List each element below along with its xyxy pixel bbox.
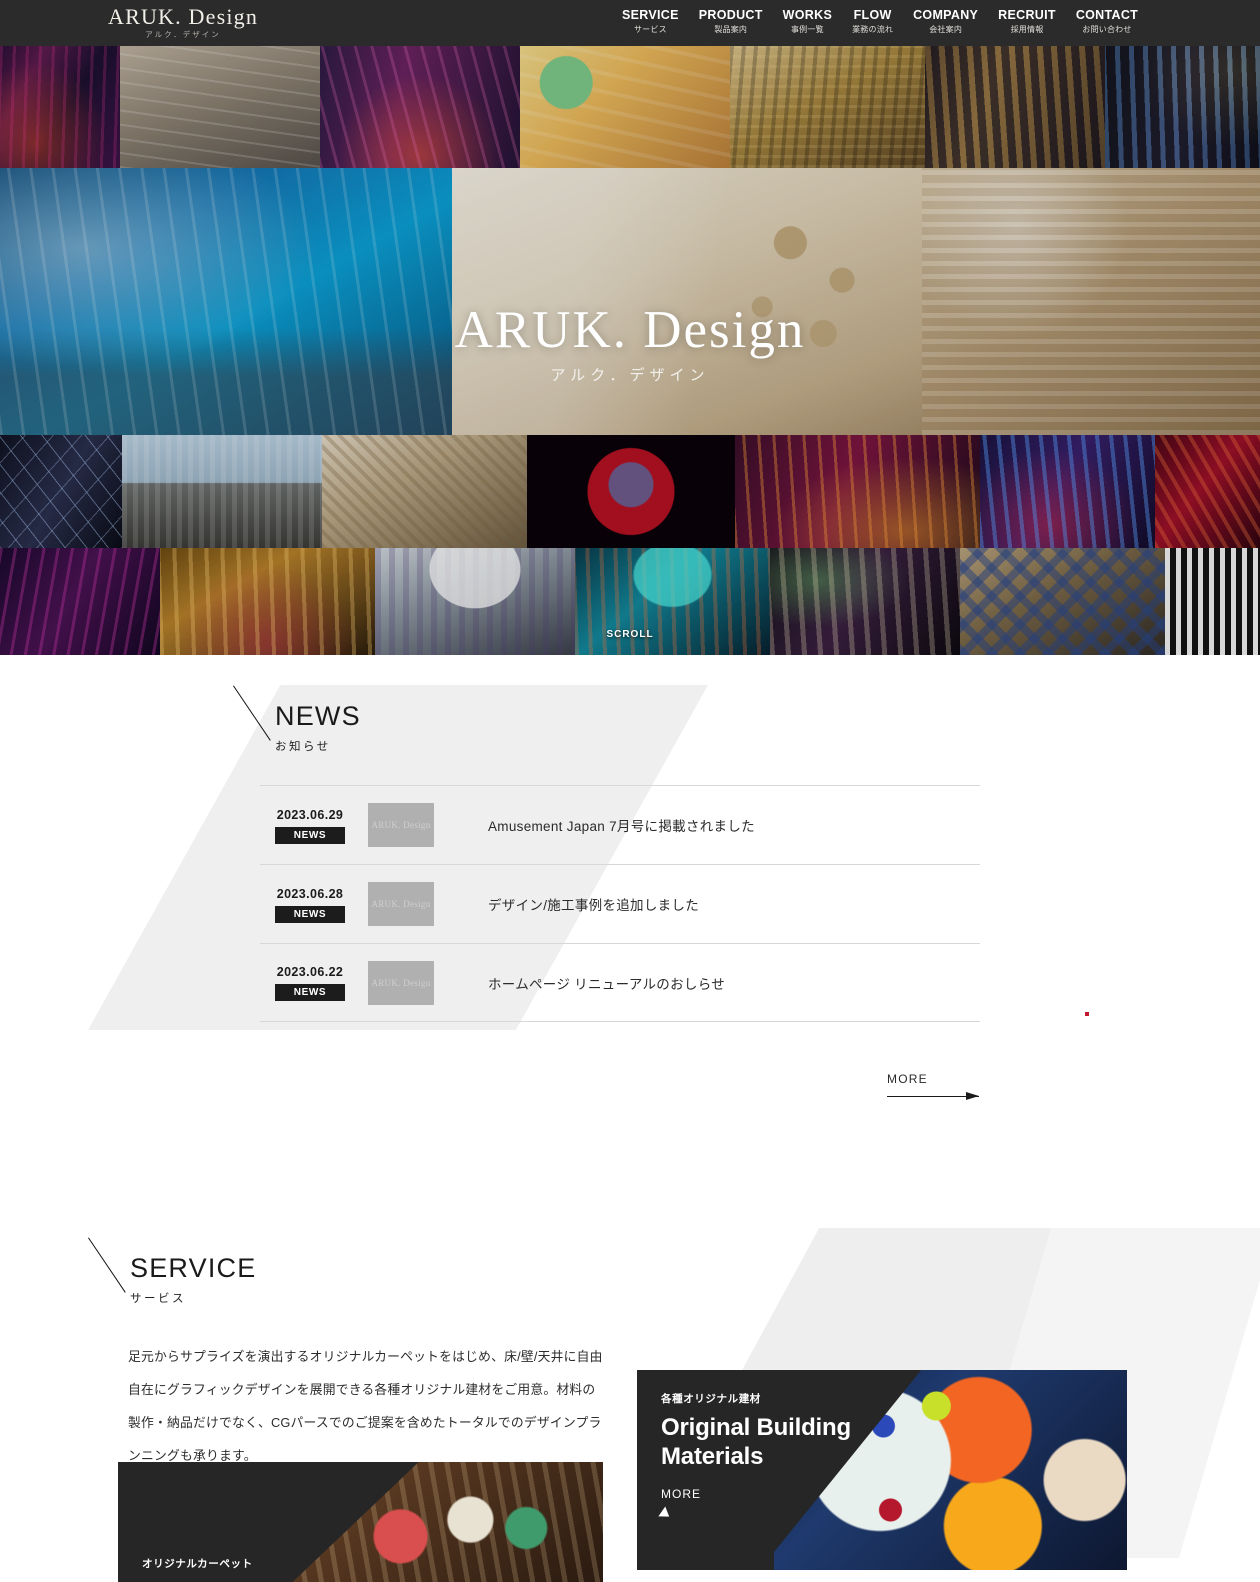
nav-label-jp: サービス (633, 25, 667, 34)
hero-tile-golf-studio (922, 168, 1260, 435)
site-header: ARUK. Design アルク．デザイン SERVICE サービス PRODU… (0, 0, 1260, 46)
news-category-badge: NEWS (275, 905, 345, 923)
news-list: 2023.06.29 NEWS ARUK. Design Amusement J… (260, 785, 980, 1022)
news-more-label: MORE (887, 1072, 928, 1086)
hero-tile (0, 46, 120, 168)
news-category-badge: NEWS (275, 826, 345, 844)
card-kicker: オリジナルカーペット (142, 1558, 253, 1570)
news-thumbnail-logo: ARUK. Design (371, 820, 431, 830)
news-meta: 2023.06.28 NEWS (260, 886, 360, 923)
news-title: デザイン/施工事例を追加しました (488, 898, 700, 913)
hero-mosaic: ARUK. Design アルク．デザイン SCROLL (0, 0, 1260, 655)
hero-tile (122, 435, 322, 548)
hero-row-3 (0, 435, 1260, 548)
nav-label-en: PRODUCT (698, 8, 763, 22)
card-title-line1: Original Building (661, 1414, 851, 1441)
arrow-right-icon (887, 1092, 979, 1101)
news-date: 2023.06.29 (276, 807, 344, 822)
news-heading-jp: お知らせ (275, 741, 331, 753)
news-thumbnail: ARUK. Design (368, 882, 434, 926)
hero-tile (735, 435, 980, 548)
news-date: 2023.06.22 (276, 965, 344, 979)
news-thumbnail: ARUK. Design (368, 960, 434, 1005)
service-heading-en: SERVICE (130, 1253, 257, 1283)
nav-item-company[interactable]: COMPANY 会社案内 (903, 8, 988, 36)
news-meta: 2023.06.29 NEWS (260, 807, 360, 844)
main-navigation: SERVICE サービス PRODUCT 製品案内 WORKS 事例一覧 FLO… (612, 8, 1148, 36)
nav-label-jp: 業務の流れ (852, 25, 894, 34)
news-heading: NEWS お知らせ (233, 685, 361, 754)
service-heading: SERVICE サービス (88, 1237, 257, 1306)
red-dot-decoration (1085, 1012, 1089, 1016)
nav-label-en: FLOW (853, 8, 892, 22)
card-more-label[interactable]: MORE (661, 1487, 851, 1501)
logo-text: ARUK. Design (108, 4, 259, 29)
nav-label-en: WORKS (782, 8, 833, 22)
nav-label-en: CONTACT (1075, 8, 1139, 22)
logo-subtext: アルク．デザイン (145, 30, 221, 39)
news-list-item[interactable]: 2023.06.22 NEWS ARUK. Design ホームページ リニュー… (260, 943, 980, 1022)
nav-label-jp: 事例一覧 (790, 25, 824, 34)
nav-label-jp: お問い合わせ (1082, 25, 1132, 34)
news-list-item[interactable]: 2023.06.29 NEWS ARUK. Design Amusement J… (260, 785, 980, 864)
news-list-item[interactable]: 2023.06.28 NEWS ARUK. Design デザイン/施工事例を追… (260, 864, 980, 943)
arrow-right-icon (658, 1506, 673, 1522)
nav-label-en: COMPANY (913, 8, 979, 22)
hero-tile (320, 46, 520, 168)
news-thumbnail: ARUK. Design (368, 803, 434, 847)
news-category-badge: NEWS (275, 984, 345, 1001)
hero-tile (730, 46, 925, 168)
hero-tile-logo-art (527, 435, 735, 548)
news-thumbnail-logo: ARUK. Design (371, 899, 431, 909)
card-kicker: 各種オリジナル建材 (661, 1393, 761, 1405)
card-content: 各種オリジナル建材 Original Building Materials MO… (658, 1392, 851, 1522)
hero-tile-aquarium (0, 168, 452, 435)
scroll-label: SCROLL (606, 629, 654, 640)
service-description: 足元からサプライズを演出するオリジナルカーペットをはじめ、床/壁/天井に自由自在… (128, 1349, 603, 1463)
news-date: 2023.06.28 (276, 886, 344, 901)
hero-tile (0, 435, 122, 548)
news-title: ホームページ リニューアルのおしらせ (488, 976, 726, 992)
nav-item-recruit[interactable]: RECRUIT 採用情報 (988, 8, 1066, 36)
news-more-button[interactable]: MORE (887, 1072, 979, 1101)
hero-tile (120, 46, 320, 168)
nav-label-jp: 会社案内 (929, 25, 963, 34)
hero-tile-interior (452, 168, 922, 435)
card-title-line2: Materials (661, 1443, 764, 1470)
hero-row-2 (0, 168, 1260, 435)
hero-tile (520, 46, 730, 168)
hero-tile (322, 435, 527, 548)
nav-item-product[interactable]: PRODUCT 製品案内 (689, 8, 773, 36)
card-content: オリジナルカーペット (142, 1557, 253, 1578)
news-heading-en: NEWS (275, 701, 361, 731)
hero-tile (980, 435, 1155, 548)
heading-slash-decoration (88, 1237, 126, 1293)
service-card-original-carpet[interactable]: オリジナルカーペット (118, 1462, 603, 1582)
nav-item-works[interactable]: WORKS 事例一覧 (773, 8, 842, 36)
hero-tile (1105, 46, 1260, 168)
nav-label-jp: 採用情報 (1010, 25, 1044, 34)
news-section: NEWS お知らせ 2023.06.29 NEWS ARUK. Design A… (0, 655, 1260, 1200)
nav-item-flow[interactable]: FLOW 業務の流れ (842, 8, 903, 36)
news-meta: 2023.06.22 NEWS (260, 964, 360, 1001)
hero-row-1 (0, 46, 1260, 168)
nav-item-contact[interactable]: CONTACT お問い合わせ (1066, 8, 1148, 36)
service-heading-jp: サービス (130, 1293, 186, 1305)
nav-label-en: SERVICE (622, 8, 679, 22)
hero-tile (1155, 435, 1260, 548)
service-card-building-materials[interactable]: 各種オリジナル建材 Original Building Materials MO… (637, 1370, 1127, 1570)
news-thumbnail-logo: ARUK. Design (371, 977, 431, 988)
nav-item-service[interactable]: SERVICE サービス (612, 8, 689, 36)
nav-label-en: RECRUIT (998, 8, 1056, 22)
site-logo[interactable]: ARUK. Design アルク．デザイン (108, 5, 258, 40)
hero-tile (925, 46, 1105, 168)
scroll-indicator[interactable]: SCROLL (0, 624, 1260, 642)
news-title: Amusement Japan 7月号に掲載されました (488, 819, 755, 834)
nav-label-jp: 製品案内 (714, 25, 748, 34)
